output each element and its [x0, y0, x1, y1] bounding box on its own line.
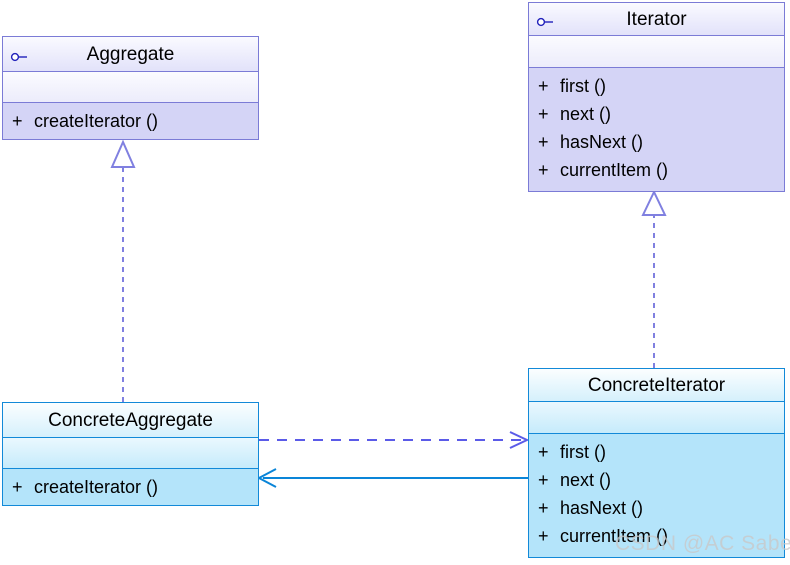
uml-class-concrete-iterator[interactable]: ConcreteIterator + first () + next () + … — [528, 368, 785, 558]
operation-signature: hasNext () — [560, 498, 644, 518]
visibility-marker: + — [12, 111, 23, 131]
aggregate-title-compartment: Aggregate — [3, 37, 258, 73]
iterator-operations-compartment: + first () + next () + hasNext () + curr… — [529, 68, 784, 191]
visibility-marker: + — [538, 442, 549, 462]
operation-signature: createIterator () — [34, 111, 159, 131]
concrete-aggregate-title-compartment: ConcreteAggregate — [3, 403, 258, 439]
concrete-iterator-operation-next[interactable]: + next () — [529, 466, 784, 494]
relationship-association-iterator-aggregate — [256, 468, 528, 488]
iterator-operation-hasnext[interactable]: + hasNext () — [529, 128, 784, 156]
relationship-realization-iterator — [641, 189, 667, 368]
iterator-class-name: Iterator — [626, 8, 687, 30]
uml-diagram-canvas: ConcreteIterator (dashed, upper horizont… — [0, 0, 790, 565]
uml-class-aggregate[interactable]: Aggregate + createIterator () — [2, 36, 259, 140]
concrete-aggregate-operations-compartment: + createIterator () — [3, 469, 258, 505]
relationship-dependency-aggregate-iterator — [259, 431, 530, 449]
operation-signature: first () — [560, 442, 606, 462]
aggregate-attributes-compartment — [3, 72, 258, 103]
concrete-iterator-operation-hasnext[interactable]: + hasNext () — [529, 494, 784, 522]
uml-class-iterator[interactable]: Iterator + first () + next () + hasNext … — [528, 2, 785, 192]
iterator-operation-first[interactable]: + first () — [529, 72, 784, 100]
concrete-iterator-title-compartment: ConcreteIterator — [529, 369, 784, 402]
concrete-aggregate-class-name: ConcreteAggregate — [48, 409, 213, 431]
visibility-marker: + — [538, 498, 549, 518]
dependency-open-arrowhead — [509, 431, 530, 449]
association-open-arrowhead — [256, 468, 277, 488]
concrete-aggregate-operation-createiterator[interactable]: + createIterator () — [3, 473, 258, 501]
operation-signature: currentItem () — [560, 160, 669, 180]
operation-signature: first () — [560, 76, 606, 96]
visibility-marker: + — [538, 76, 549, 96]
visibility-marker: + — [538, 470, 549, 490]
iterator-title-compartment: Iterator — [529, 3, 784, 36]
aggregate-class-name: Aggregate — [86, 43, 175, 65]
visibility-marker: + — [538, 160, 549, 180]
aggregate-operation-createiterator[interactable]: + createIterator () — [3, 107, 258, 135]
visibility-marker: + — [538, 526, 549, 546]
iterator-attributes-compartment — [529, 36, 784, 68]
aggregate-operations-compartment: + createIterator () — [3, 103, 258, 139]
uml-class-concrete-aggregate[interactable]: ConcreteAggregate + createIterator () — [2, 402, 259, 506]
operation-signature: next () — [560, 104, 612, 124]
interface-lollipop-icon — [10, 49, 28, 62]
realization-aggregate-triangle — [110, 139, 136, 168]
realization-iterator-triangle — [641, 189, 667, 216]
operation-signature: hasNext () — [560, 132, 644, 152]
concrete-iterator-attributes-compartment — [529, 402, 784, 434]
interface-lollipop-icon — [536, 14, 554, 27]
visibility-marker: + — [538, 104, 549, 124]
operation-signature: next () — [560, 470, 612, 490]
watermark-text: CSDN @AC Saber — [615, 532, 790, 555]
visibility-marker: + — [538, 132, 549, 152]
concrete-iterator-class-name: ConcreteIterator — [587, 374, 726, 396]
relationship-realization-aggregate — [110, 139, 136, 402]
operation-signature: createIterator () — [34, 477, 159, 497]
concrete-iterator-operation-first[interactable]: + first () — [529, 438, 784, 466]
iterator-operation-next[interactable]: + next () — [529, 100, 784, 128]
concrete-aggregate-attributes-compartment — [3, 438, 258, 469]
visibility-marker: + — [12, 477, 23, 497]
iterator-operation-currentitem[interactable]: + currentItem () — [529, 156, 784, 184]
